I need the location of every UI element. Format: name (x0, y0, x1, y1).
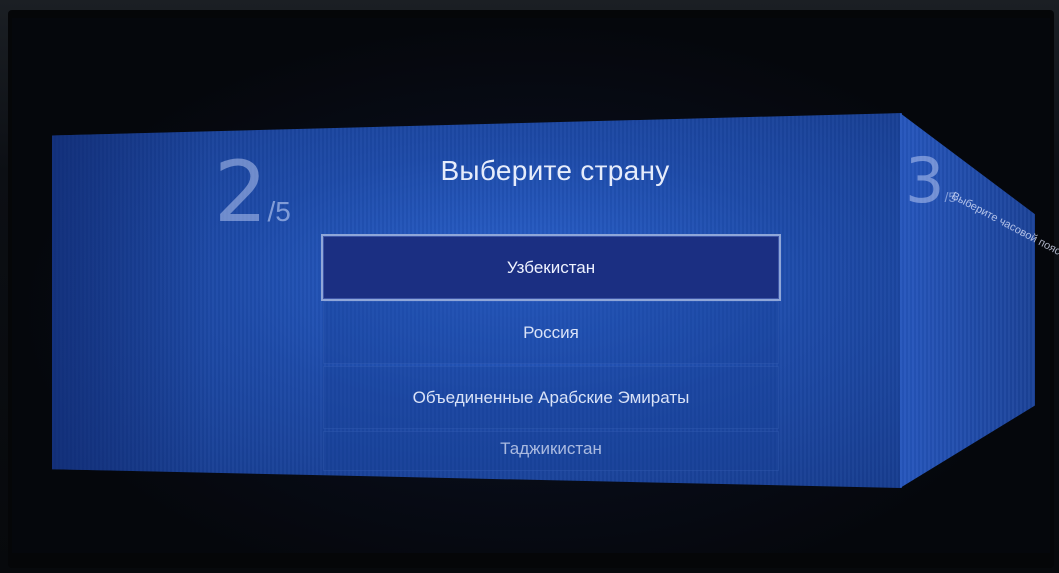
next-step-number: 3 (905, 144, 945, 217)
country-list: Узбекистан Россия Объединенные Арабские … (323, 236, 779, 473)
panel-edge-shade (52, 113, 212, 488)
page-title: Выберите страну (440, 155, 670, 186)
country-item-label: Объединенные Арабские Эмираты (412, 387, 690, 407)
next-step-counter: 3/5 (905, 150, 956, 212)
country-item-uae[interactable]: Объединенные Арабские Эмираты (323, 366, 779, 429)
country-item-label: Таджикистан (500, 439, 602, 458)
country-item-russia[interactable]: Россия (323, 301, 779, 364)
step-counter: 2/5 (214, 150, 291, 234)
country-item-uzbekistan[interactable]: Узбекистан (323, 236, 779, 299)
country-item-label: Узбекистан (506, 257, 596, 277)
country-item-tajikistan[interactable]: Таджикистан (323, 431, 779, 471)
country-item-label: Россия (523, 322, 579, 342)
step-total: /5 (267, 196, 291, 227)
step-number: 2 (214, 143, 268, 241)
